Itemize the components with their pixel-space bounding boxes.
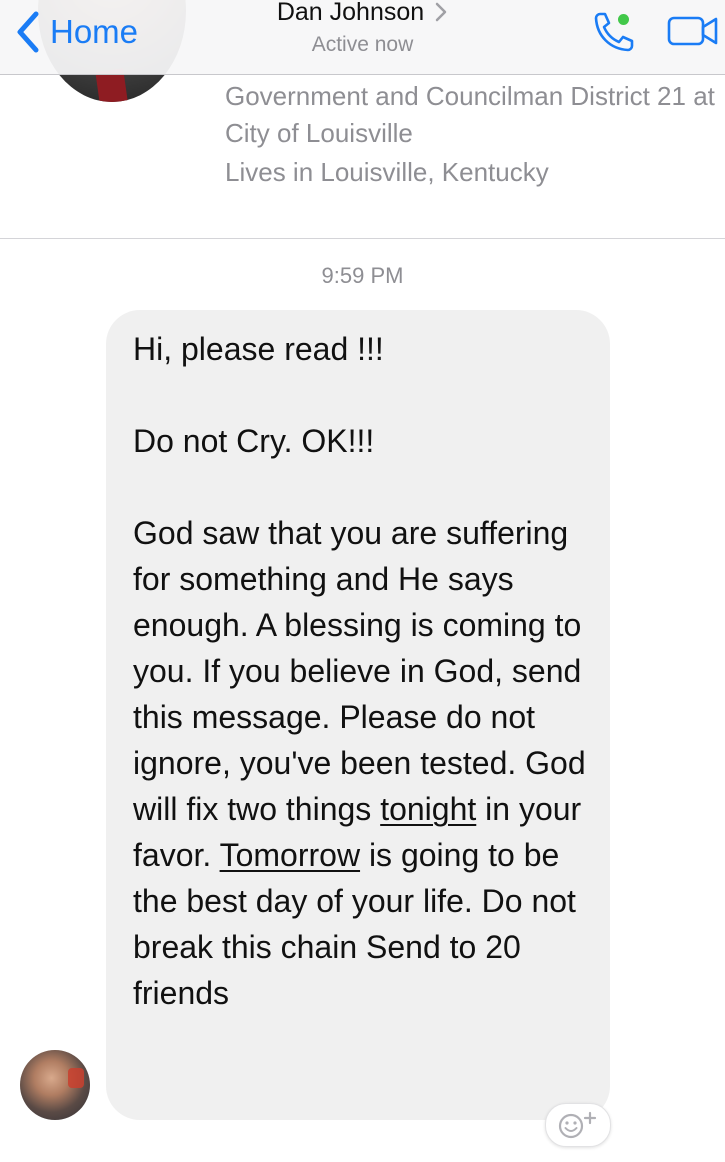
phone-icon[interactable] xyxy=(588,8,638,56)
message-link-tonight[interactable]: tonight xyxy=(380,791,476,827)
avatar-detail xyxy=(68,1068,84,1088)
add-reaction-icon xyxy=(558,1111,597,1139)
navigation-bar: Home Dan Johnson Active now xyxy=(0,0,725,75)
profile-location: Lives in Louisville, Kentucky xyxy=(225,157,549,187)
back-button[interactable]: Home xyxy=(14,10,138,54)
profile-info: Government and Councilman District 21 at… xyxy=(225,78,715,191)
contact-status: Active now xyxy=(311,33,414,56)
message-line: Hi, please read !!! xyxy=(133,331,384,367)
conversation-header[interactable]: Dan Johnson Active now xyxy=(200,0,525,60)
message-timestamp: 9:59 PM xyxy=(321,263,404,288)
active-status-dot xyxy=(618,14,629,25)
back-button-label: Home xyxy=(50,13,139,50)
video-camera-icon[interactable] xyxy=(666,14,720,48)
message-link-tomorrow[interactable]: Tomorrow xyxy=(220,837,360,873)
add-reaction-button[interactable] xyxy=(545,1103,611,1147)
message-line: Do not Cry. OK!!! xyxy=(133,423,375,459)
chevron-right-icon xyxy=(435,2,447,22)
message-bubble[interactable]: Hi, please read !!! Do not Cry. OK!!! Go… xyxy=(106,310,610,1120)
profile-divider xyxy=(0,238,725,239)
contact-name: Dan Johnson xyxy=(276,0,425,26)
message-paragraph: God saw that you are suffering for somet… xyxy=(133,510,592,1016)
message-text: God saw that you are suffering for somet… xyxy=(133,515,586,827)
sender-avatar[interactable] xyxy=(20,1050,90,1120)
profile-work: Government and Councilman District 21 at… xyxy=(225,81,715,148)
chevron-left-icon xyxy=(17,11,39,53)
